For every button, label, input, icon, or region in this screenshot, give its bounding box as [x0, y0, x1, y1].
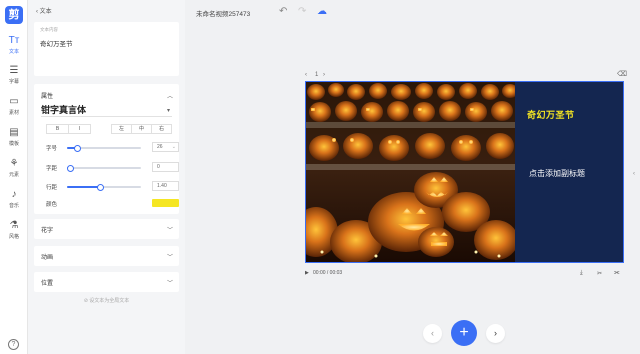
- slider-fill: [67, 186, 101, 188]
- rail-item-subtitle[interactable]: ☰ 字幕: [0, 64, 28, 90]
- color-label: 颜色: [46, 202, 58, 208]
- property-card: 属性 ︿ 钳字真言体 ▾ B I 左 中 右 字号 26 ⌄ 字距 0 行距 1…: [34, 84, 179, 214]
- font-name: 钳字真言体: [41, 106, 87, 116]
- rail-item-template[interactable]: ▤ 模板: [0, 126, 28, 152]
- trash-icon[interactable]: ⌫: [617, 70, 627, 78]
- chevron-down-icon: ﹀: [166, 228, 173, 234]
- rail-label: 风格: [8, 234, 19, 240]
- pumpkin-photo: [306, 82, 515, 262]
- size-label: 字号: [46, 146, 58, 152]
- spacing-value: 0: [157, 164, 160, 170]
- link-label: 设文本为全局文本: [89, 298, 130, 304]
- halloween-pumpkin-image: [306, 82, 515, 262]
- text-icon: Tт: [8, 35, 20, 46]
- redo-icon[interactable]: ↷: [298, 6, 306, 17]
- chevron-up-icon[interactable]: ︿: [167, 91, 173, 100]
- chevron-down-icon: ▾: [166, 107, 170, 114]
- add-slide-button[interactable]: +: [451, 320, 477, 346]
- spacing-label: 字距: [46, 166, 58, 172]
- project-name[interactable]: 未命名视频257473: [196, 8, 250, 18]
- rail-label: 文本: [8, 49, 19, 55]
- undo-icon[interactable]: ↶: [279, 6, 287, 17]
- align-left-button[interactable]: 左: [112, 125, 132, 133]
- folder-icon: ▭: [9, 96, 19, 107]
- rail-label: 音乐: [8, 203, 19, 209]
- property-panel: ‹ 文本 文本内容 奇幻万圣节 属性 ︿ 钳字真言体 ▾ B I 左 中 右 字…: [28, 0, 185, 354]
- time-display: 00:00 / 00:03: [313, 270, 343, 276]
- section-title: 花字: [41, 228, 54, 234]
- page-number: 1: [315, 72, 319, 78]
- page-prev-icon[interactable]: ‹: [305, 72, 307, 78]
- app-logo[interactable]: 剪: [5, 6, 23, 24]
- size-input[interactable]: 26 ⌄: [152, 142, 179, 152]
- align-center-button[interactable]: 中: [132, 125, 152, 133]
- page-next-icon[interactable]: ›: [323, 72, 325, 78]
- color-swatch[interactable]: [152, 199, 179, 207]
- prev-slide-button[interactable]: ‹: [423, 324, 442, 343]
- slider-knob[interactable]: [96, 183, 104, 191]
- section-fancy-text[interactable]: 花字 ﹀: [34, 219, 179, 239]
- style-icon: ⚗: [9, 220, 19, 231]
- section-title: 位置: [41, 281, 54, 287]
- italic-button[interactable]: I: [69, 125, 90, 133]
- download-icon[interactable]: ⤓: [580, 270, 583, 277]
- section-position[interactable]: 位置 ﹀: [34, 272, 179, 292]
- slider-knob[interactable]: [73, 144, 81, 152]
- play-icon[interactable]: ▶: [305, 270, 309, 276]
- slide-title[interactable]: 奇幻万圣节: [527, 108, 575, 121]
- help-icon[interactable]: ?: [8, 339, 19, 350]
- next-slide-button[interactable]: ›: [486, 324, 505, 343]
- section-animation[interactable]: 动画 ﹀: [34, 246, 179, 266]
- size-slider[interactable]: [67, 144, 141, 152]
- rail-label: 模板: [8, 141, 19, 147]
- size-value: 26: [157, 144, 163, 150]
- style-buttons: B I: [46, 124, 91, 134]
- slider-knob[interactable]: [67, 164, 75, 172]
- rail-label: 元素: [8, 172, 19, 178]
- save-global-text-link[interactable]: ⊘ 设文本为全局文本: [28, 297, 185, 304]
- line-height-input[interactable]: 1.40: [152, 181, 179, 191]
- rail-item-material[interactable]: ▭ 素材: [0, 95, 28, 121]
- spacing-input[interactable]: 0: [152, 162, 179, 172]
- text-value[interactable]: 奇幻万圣节: [40, 38, 73, 48]
- chevron-down-icon: ﹀: [166, 255, 173, 261]
- line-height-label: 行距: [46, 185, 58, 191]
- align-right-button[interactable]: 右: [152, 125, 171, 133]
- template-icon: ▤: [9, 127, 19, 138]
- slide-subtitle[interactable]: 点击添加副标题: [529, 168, 585, 179]
- align-buttons: 左 中 右: [111, 124, 172, 134]
- rail-item-style[interactable]: ⚗ 风格: [0, 219, 28, 245]
- split-icon[interactable]: ⫘: [614, 270, 619, 277]
- stepper-icon[interactable]: ⌄: [172, 143, 176, 151]
- section-title: 动画: [41, 255, 54, 261]
- rail-label: 字幕: [8, 79, 19, 85]
- spacing-slider[interactable]: [67, 164, 141, 172]
- back-link[interactable]: ‹ 文本: [36, 6, 52, 15]
- subtitle-icon: ☰: [9, 65, 19, 76]
- left-rail: 剪 Tт 文本 ☰ 字幕 ▭ 素材 ▤ 模板 ⚘ 元素 ♪ 音乐 ⚗ 风格 ?: [0, 0, 28, 354]
- line-height-slider[interactable]: [67, 183, 141, 191]
- bold-button[interactable]: B: [47, 125, 69, 133]
- scissors-icon[interactable]: ✂: [597, 270, 602, 277]
- text-content-card[interactable]: 文本内容 奇幻万圣节: [34, 22, 179, 76]
- rail-item-text[interactable]: Tт 文本: [0, 34, 28, 60]
- element-icon: ⚘: [9, 158, 19, 169]
- text-caption: 文本内容: [40, 27, 58, 32]
- rail-item-element[interactable]: ⚘ 元素: [0, 157, 28, 183]
- collapse-panel-icon[interactable]: ‹: [633, 171, 635, 177]
- font-select[interactable]: 钳字真言体 ▾: [41, 105, 172, 117]
- cloud-save-icon[interactable]: ☁: [317, 6, 327, 17]
- music-icon: ♪: [11, 189, 17, 200]
- line-height-value: 1.40: [157, 183, 167, 189]
- chevron-down-icon: ﹀: [166, 281, 173, 287]
- section-title-property: 属性: [41, 94, 54, 100]
- rail-item-music[interactable]: ♪ 音乐: [0, 188, 28, 214]
- rail-label: 素材: [8, 110, 19, 116]
